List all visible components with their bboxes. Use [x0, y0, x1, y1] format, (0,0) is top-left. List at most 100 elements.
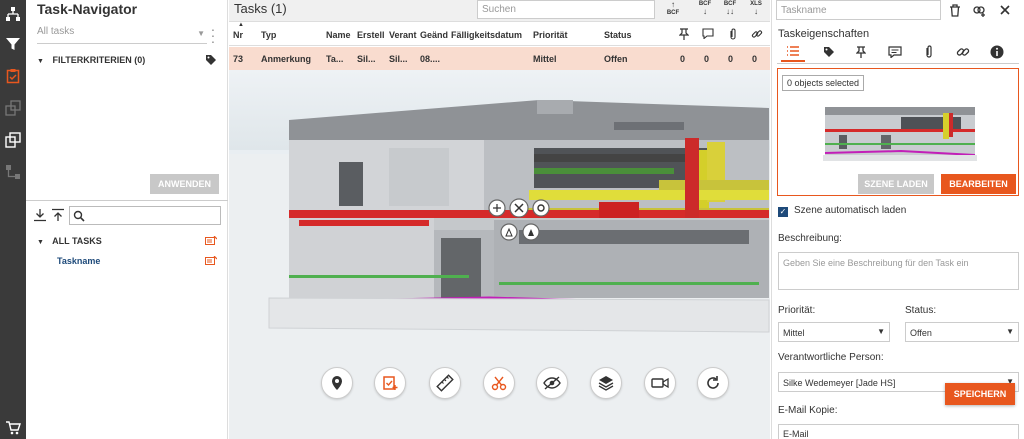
col-verant[interactable]: Verant	[389, 30, 417, 40]
tasks-search-input[interactable]: Suchen	[477, 0, 655, 19]
status-label: Status:	[905, 305, 937, 316]
attachment-icon[interactable]	[728, 28, 738, 43]
task-list-item[interactable]: Taskname	[57, 255, 218, 266]
email-copy-select[interactable]: E-Mail	[778, 424, 1019, 439]
col-geaend[interactable]: Geänd	[420, 30, 448, 40]
pin-icon[interactable]	[678, 28, 690, 43]
left-rail	[0, 0, 26, 439]
task-filter-value: All tasks	[37, 26, 75, 37]
properties-title: Taskeigenschaften	[778, 28, 870, 40]
all-tasks-group[interactable]: ▼ ALL TASKS	[37, 235, 218, 250]
tab-attachments[interactable]	[917, 42, 941, 62]
auto-load-label: Szene automatisch laden	[794, 205, 907, 216]
bcf-export-icon[interactable]: ↑ BCF	[663, 1, 683, 21]
navigator-search-input[interactable]	[69, 206, 221, 225]
description-textarea[interactable]: Geben Sie eine Beschreibung für den Task…	[778, 252, 1019, 290]
kebab-menu-icon[interactable]: · · ·	[209, 22, 217, 48]
close-icon[interactable]	[998, 3, 1012, 17]
tab-info[interactable]	[985, 42, 1009, 62]
col-name[interactable]: Name	[326, 30, 352, 40]
table-row[interactable]: 73 Anmerkung Ta... Sil... Sil... 08.... …	[229, 47, 770, 70]
properties-tabs	[777, 40, 1019, 64]
priority-select[interactable]: Mittel ▼	[778, 322, 890, 342]
reset-rotate-icon[interactable]	[697, 367, 729, 399]
cell-count-attachments: 0	[728, 54, 734, 64]
scene-thumbnail[interactable]	[821, 95, 977, 167]
task-navigator: Task-Navigator All tasks ▼ · · · ▼ FILTERK…	[26, 0, 228, 439]
add-link-icon[interactable]	[972, 3, 986, 17]
cell-erstell: Sil...	[357, 54, 376, 64]
load-scene-button[interactable]: SZENE LADEN	[858, 174, 934, 194]
3d-viewport[interactable]	[229, 70, 770, 439]
tasks-header: Tasks (1) Suchen ↑ BCF BCF ↓ BCF ↓↓ XLS ↓	[229, 0, 770, 22]
status-value: Offen	[910, 328, 932, 338]
responsible-value: Silke Wedemeyer [Jade HS]	[783, 378, 896, 388]
col-faellig[interactable]: Fälligkeitsdatum	[451, 30, 522, 40]
edit-list-icon[interactable]	[205, 255, 218, 266]
task-filter-select[interactable]: All tasks ▼	[37, 26, 207, 44]
cell-geaend: 08....	[420, 54, 441, 64]
tab-pins[interactable]	[849, 42, 873, 62]
bcf-import-all-icon[interactable]: BCF ↓↓	[720, 1, 740, 21]
priority-value: Mittel	[783, 328, 805, 338]
filter-criteria-toggle[interactable]: ▼ FILTERKRITERIEN (0)	[37, 55, 217, 69]
cell-name: Ta...	[326, 54, 344, 64]
cart-icon[interactable]	[3, 418, 23, 438]
link-icon[interactable]	[751, 28, 763, 43]
all-tasks-label: ALL TASKS	[52, 236, 102, 246]
cell-count-links: 0	[752, 54, 758, 64]
chevron-down-icon: ▼	[197, 29, 205, 38]
col-prioritaet[interactable]: Priorität	[533, 30, 568, 40]
location-pin-icon[interactable]	[321, 367, 353, 399]
cell-count-pins: 0	[680, 54, 686, 64]
edit-list-icon[interactable]	[205, 235, 218, 246]
edit-scene-button[interactable]: BEARBEITEN	[941, 174, 1016, 194]
hierarchy-icon[interactable]	[3, 4, 23, 24]
list-icon	[787, 46, 799, 56]
apply-filter-button[interactable]: ANWENDEN	[150, 174, 219, 194]
tasks-clipboard-icon[interactable]	[3, 66, 23, 86]
xls-export-icon[interactable]: XLS ↓	[746, 1, 766, 21]
cell-typ: Anmerkung	[261, 54, 312, 64]
status-select[interactable]: Offen ▼	[905, 322, 1019, 342]
section-cut-icon[interactable]	[483, 367, 515, 399]
download-icon[interactable]	[33, 208, 47, 222]
objects-selected-badge: 0 objects selected	[782, 75, 865, 91]
auto-load-checkbox[interactable]: ✓ Szene automatisch laden	[778, 205, 906, 217]
cell-nr: 73	[233, 54, 244, 64]
comment-icon[interactable]	[702, 28, 714, 42]
tab-tags[interactable]	[817, 42, 841, 62]
col-typ[interactable]: Typ	[261, 30, 276, 40]
cell-prioritaet: Mittel	[533, 54, 557, 64]
add-task-icon[interactable]	[374, 367, 406, 399]
info-icon	[990, 45, 1004, 59]
bcf-import-icon[interactable]: BCF ↓	[695, 1, 715, 21]
save-button[interactable]: SPEICHERN	[945, 383, 1015, 405]
tab-list[interactable]	[781, 42, 805, 62]
hide-eye-icon[interactable]	[536, 367, 568, 399]
col-nr[interactable]: Nr	[233, 30, 243, 40]
table-header: ▲ Nr Typ Name Erstell Verant Geänd Fälli…	[229, 22, 770, 46]
col-erstell[interactable]: Erstell	[357, 30, 385, 40]
layers-icon[interactable]	[590, 367, 622, 399]
task-properties-panel: Taskname Taskeigenschaften 0 objects sel…	[771, 0, 1024, 439]
compare-icon[interactable]	[3, 130, 23, 150]
upload-icon[interactable]	[51, 208, 65, 222]
structure-icon[interactable]	[3, 162, 23, 182]
chevron-down-icon: ▼	[877, 327, 885, 336]
tab-comments[interactable]	[883, 42, 907, 62]
trash-icon[interactable]	[948, 3, 962, 17]
tab-links[interactable]	[951, 42, 975, 62]
expand-triangle-icon: ▼	[37, 239, 44, 246]
camera-icon[interactable]	[644, 367, 676, 399]
taskname-input[interactable]: Taskname	[776, 0, 941, 20]
task-item-label: Taskname	[57, 256, 101, 266]
copy-layers-icon[interactable]	[3, 98, 23, 118]
filter-icon[interactable]	[3, 34, 23, 54]
tag-icon	[824, 47, 834, 57]
tag-icon[interactable]	[205, 54, 217, 68]
cell-count-comments: 0	[704, 54, 710, 64]
measure-icon[interactable]	[429, 367, 461, 399]
col-status[interactable]: Status	[604, 30, 632, 40]
responsible-label: Verantwortliche Person:	[778, 352, 884, 363]
